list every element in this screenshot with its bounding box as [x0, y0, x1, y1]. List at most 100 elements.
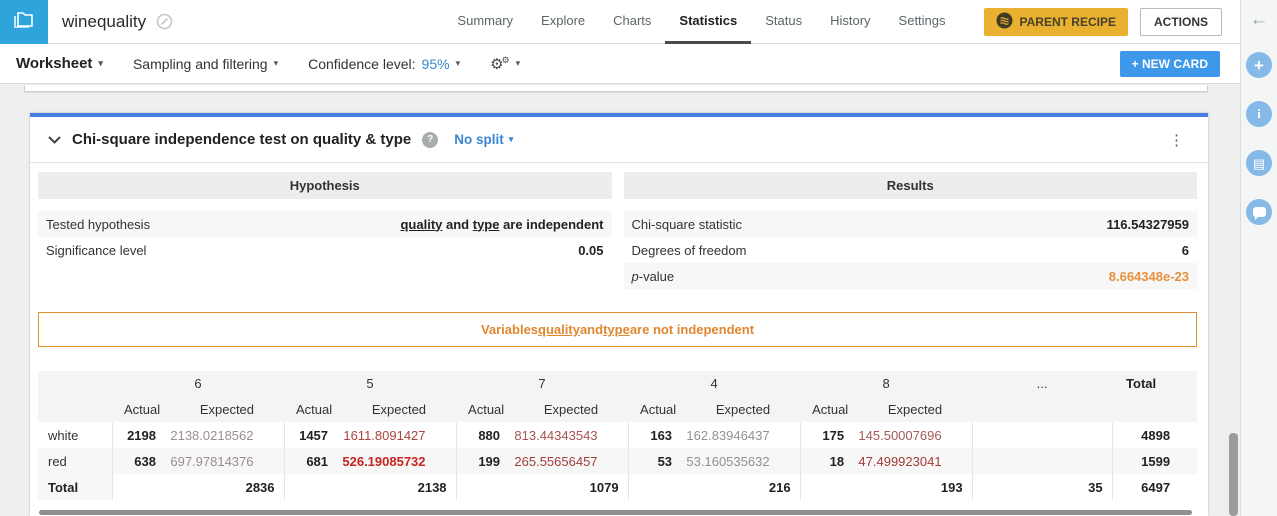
info-rail-button[interactable]: i [1246, 101, 1272, 127]
dataset-type-tile[interactable] [0, 0, 48, 44]
row-total-value: 1599 [1111, 448, 1198, 474]
stat-label: Significance level [46, 243, 146, 258]
caret-down-icon: ▾ [273, 58, 279, 68]
add-card-rail-button[interactable]: + [1246, 52, 1272, 78]
table-row-red: red 638 697.97814376 681 526.19085732 199 265.… [38, 448, 1198, 474]
column-total-value: 216 [627, 474, 801, 500]
hypothesis-section-title: Hypothesis [38, 172, 612, 199]
stats-sections: Hypothesis Tested hypothesis quality and … [38, 172, 1197, 289]
parent-recipe-button[interactable]: PARENT RECIPE [983, 7, 1128, 36]
tab-history[interactable]: History [816, 0, 884, 44]
actual-value: 681 [283, 448, 341, 474]
stat-row: Tested hypothesis quality and type are in… [38, 211, 612, 237]
column-total-value: 193 [799, 474, 973, 500]
tab-charts[interactable]: Charts [599, 0, 665, 44]
text-part: are not independent [629, 322, 755, 337]
tab-settings[interactable]: Settings [885, 0, 960, 44]
actual-value: 53 [627, 448, 685, 474]
info-icon: i [1257, 106, 1261, 121]
text-part: Significance level [46, 242, 147, 258]
main-pane: winequality Summary Explore Charts Statisti… [0, 0, 1240, 516]
stat-value: 0.05 [578, 243, 603, 258]
horizontal-scrollbar-thumb[interactable] [39, 510, 1192, 515]
actual-value: 880 [455, 422, 513, 448]
navigate-icon[interactable] [156, 13, 173, 30]
tab-summary[interactable]: Summary [443, 0, 527, 44]
dots-header: ... [972, 371, 1113, 396]
table-row-total: Total 2836 2138 1079 216 193 35 6497 [38, 474, 1198, 500]
confidence-value: 95% [421, 55, 450, 72]
back-arrow-icon[interactable]: ← [1250, 10, 1269, 29]
column-total-value: 2138 [283, 474, 457, 500]
text-part: p [631, 268, 639, 284]
vertical-scrollbar-thumb[interactable] [1229, 433, 1238, 516]
new-card-button[interactable]: + NEW CARD [1119, 51, 1220, 77]
stat-row: p-value 8.664348e-23 [623, 263, 1197, 289]
text-part: 0.05 [578, 242, 604, 258]
stat-row: Significance level 0.05 [38, 237, 612, 263]
expected-header: Expected [168, 396, 285, 422]
stat-row: Degrees of freedom 6 [624, 237, 1198, 263]
split-selector[interactable]: No split ▾ [454, 132, 513, 147]
expected-value: 2138.0218562 [170, 427, 254, 443]
total-row-label: Total [38, 474, 112, 500]
new-card-label: + NEW CARD [1131, 57, 1208, 71]
group-header: 6 [112, 371, 285, 396]
text-part: -value [638, 268, 675, 284]
actual-value: 199 [455, 448, 513, 474]
top-header: winequality Summary Explore Charts Statisti… [0, 0, 1240, 44]
gear-icon: ⚙⚙ [490, 54, 510, 73]
expected-value: 813.44343543 [514, 427, 598, 443]
total-header: Total [1112, 371, 1198, 396]
hypothesis-section: Hypothesis Tested hypothesis quality and … [38, 172, 612, 289]
tab-statistics[interactable]: Statistics [665, 0, 752, 44]
worksheet-settings-menu[interactable]: ⚙⚙ ▾ [490, 54, 521, 73]
text-part: quality [538, 322, 580, 337]
results-section: Results Chi-square statistic 116.54327959… [623, 172, 1198, 289]
actual-value: 163 [627, 422, 685, 448]
sampling-filtering-menu[interactable]: Sampling and filtering ▾ [133, 56, 278, 72]
worksheet-menu-label: Worksheet [16, 55, 93, 72]
column-total-value: 1079 [455, 474, 629, 500]
stat-value: 8.664348e-23 [1109, 269, 1189, 284]
expected-header: Expected [340, 396, 457, 422]
actual-header: Actual [628, 396, 685, 422]
plus-icon: + [1254, 55, 1264, 75]
actual-value: 18 [799, 448, 857, 474]
worksheets-rail-button[interactable]: ▤ [1246, 150, 1272, 176]
caret-down-icon: ▾ [515, 58, 521, 68]
actual-value: 638 [111, 448, 168, 474]
table-row-white: white 2198 2138.0218562 1457 1611.8091427 880… [38, 422, 1198, 448]
tab-explore[interactable]: Explore [527, 0, 599, 44]
help-icon[interactable]: ? [422, 131, 439, 148]
actual-value: 2198 [111, 422, 168, 448]
dots-value [971, 422, 1113, 448]
page-title: winequality [62, 11, 147, 31]
worksheet-content: Chi-square independence test on quality … [0, 85, 1240, 516]
group-header: 7 [456, 371, 629, 396]
comments-rail-button[interactable] [1246, 199, 1272, 225]
card-header: Chi-square independence test on quality … [30, 117, 1208, 163]
group-header: 4 [628, 371, 801, 396]
contingency-table: 6 5 7 4 8... Total Actual Expected Actual Expecte… [38, 371, 1198, 500]
caret-down-icon: ▾ [508, 134, 514, 144]
conclusion-banner: Variables quality and type are not indep… [38, 312, 1197, 347]
actual-header: Actual [456, 396, 513, 422]
actual-header: Actual [284, 396, 341, 422]
menu-ellipsis-icon[interactable]: ⋮ [1163, 129, 1190, 151]
expected-value: 1611.8091427 [343, 427, 426, 443]
corner-cell [38, 396, 112, 422]
actions-button[interactable]: ACTIONS [1140, 7, 1222, 36]
text-part: type [472, 216, 500, 232]
collapse-chevron-icon[interactable] [48, 132, 61, 147]
tab-status[interactable]: Status [751, 0, 816, 44]
results-section-title: Results [623, 172, 1197, 199]
worksheet-menu[interactable]: Worksheet ▾ [16, 55, 103, 72]
actions-label: ACTIONS [1154, 14, 1208, 29]
caret-down-icon: ▾ [98, 58, 103, 68]
stat-label: Chi-square statistic [632, 217, 743, 232]
expected-header: Expected [684, 396, 801, 422]
confidence-label: Confidence level: [308, 55, 416, 72]
previous-card-edge [24, 85, 1208, 92]
confidence-level-menu[interactable]: Confidence level: 95% ▾ [308, 56, 460, 72]
